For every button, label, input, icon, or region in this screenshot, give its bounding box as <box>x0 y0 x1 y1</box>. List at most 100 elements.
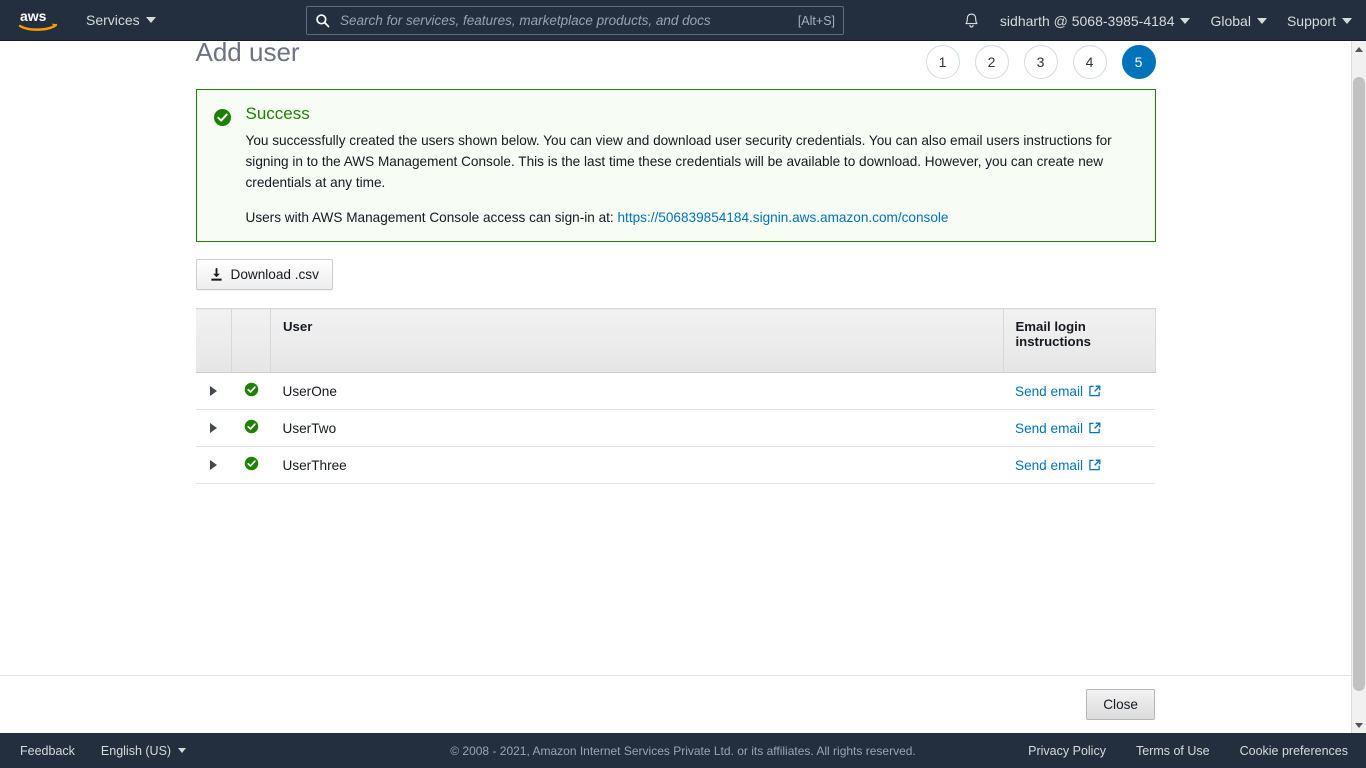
row-email-cell: Send email <box>1003 446 1155 484</box>
table-header-row: User Email login instructions <box>195 308 1156 373</box>
arrow-up-icon <box>1355 46 1363 52</box>
support-menu[interactable]: Support <box>1277 0 1362 41</box>
signin-url-prefix: Users with AWS Management Console access… <box>245 210 614 225</box>
wizard-step-1[interactable]: 1 <box>925 45 960 79</box>
footer-left-group: Feedback English (US) <box>0 743 187 758</box>
arrow-down-icon <box>1355 722 1363 728</box>
wizard-step-4[interactable]: 4 <box>1072 45 1107 79</box>
footer-right-group: Privacy Policy Terms of Use Cookie prefe… <box>1028 744 1348 758</box>
success-alert-title: Success <box>245 104 310 123</box>
row-status-cell <box>231 372 271 410</box>
send-email-link[interactable]: Send email <box>1015 458 1101 473</box>
page-scrollbar[interactable] <box>1351 41 1366 733</box>
signin-url-line: Users with AWS Management Console access… <box>246 210 1139 225</box>
wizard-step-5-label: 5 <box>1134 54 1143 70</box>
signin-url-link[interactable]: https://506839854184.signin.aws.amazon.c… <box>617 210 948 225</box>
send-email-label: Send email <box>1015 383 1084 399</box>
chevron-down-icon <box>1256 17 1267 24</box>
row-user-name: UserThree <box>270 446 1003 484</box>
column-header-status <box>231 308 271 373</box>
chevron-down-icon <box>145 17 156 23</box>
column-header-email-login-instructions[interactable]: Email login instructions <box>1003 308 1156 373</box>
search-input[interactable] <box>338 12 790 29</box>
services-menu[interactable]: Services <box>76 0 166 41</box>
column-header-expand <box>195 308 232 373</box>
chevron-down-icon <box>1342 17 1352 24</box>
language-selector-label: English (US) <box>100 743 172 758</box>
success-check-icon <box>244 419 258 434</box>
global-search-box[interactable]: [Alt+S] <box>306 6 844 35</box>
row-user-name: UserTwo <box>270 409 1003 447</box>
scrollbar-thumb[interactable] <box>1353 77 1365 691</box>
wizard-step-indicator: 1 2 3 4 5 <box>925 45 1156 79</box>
table-row: UserTwo Send email <box>195 409 1155 447</box>
search-shortcut-hint: [Alt+S] <box>797 13 835 28</box>
chevron-down-icon <box>1180 17 1191 24</box>
send-email-link[interactable]: Send email <box>1015 384 1101 399</box>
top-navigation-bar: aws Services [Alt+S] sidharth @ 5068-398… <box>0 0 1366 41</box>
expand-triangle-icon[interactable] <box>210 459 217 470</box>
top-nav-right-group: sidharth @ 5068-3985-4184 Global Support <box>953 0 1362 41</box>
wizard-step-3-label: 3 <box>1036 54 1045 70</box>
wizard-step-3[interactable]: 3 <box>1023 45 1058 79</box>
region-menu-label: Global <box>1210 12 1251 29</box>
column-header-user[interactable]: User <box>270 308 1004 373</box>
external-link-icon <box>1089 422 1101 434</box>
table-head: User Email login instructions <box>195 308 1156 373</box>
chevron-down-icon <box>178 748 187 753</box>
expand-triangle-icon[interactable] <box>210 422 217 433</box>
account-menu-label: sidharth @ 5068-3985-4184 <box>999 12 1175 29</box>
scrollbar-down-arrow[interactable] <box>1352 717 1366 733</box>
created-users-table-wrapper: User Email login instructions UserOne Se… <box>195 308 1156 484</box>
row-expand-cell[interactable] <box>195 409 232 447</box>
svg-text:aws: aws <box>20 8 47 24</box>
success-check-icon <box>213 104 232 225</box>
terms-of-use-link[interactable]: Terms of Use <box>1136 744 1210 758</box>
download-toolbar: Download .csv <box>195 259 1156 290</box>
row-status-cell <box>231 409 271 447</box>
external-link-icon <box>1089 459 1101 471</box>
send-email-label: Send email <box>1015 457 1084 473</box>
page-footer: Feedback English (US) © 2008 - 2021, Ama… <box>0 733 1366 768</box>
aws-logo-icon: aws <box>18 8 58 31</box>
success-check-icon <box>244 382 258 397</box>
region-menu[interactable]: Global <box>1200 0 1276 41</box>
wizard-step-2[interactable]: 2 <box>974 45 1009 79</box>
success-check-icon <box>244 456 258 471</box>
table-body: UserOne Send email UserTwo Send email Us… <box>195 372 1155 484</box>
bell-icon <box>965 13 978 28</box>
privacy-policy-link[interactable]: Privacy Policy <box>1028 744 1106 758</box>
success-alert-body: Success You successfully created the use… <box>246 104 1139 225</box>
download-icon <box>210 267 222 281</box>
row-email-cell: Send email <box>1003 372 1155 410</box>
wizard-step-5[interactable]: 5 <box>1121 45 1156 79</box>
account-menu[interactable]: sidharth @ 5068-3985-4184 <box>990 0 1201 41</box>
feedback-link[interactable]: Feedback <box>20 744 75 758</box>
notifications-bell[interactable] <box>953 12 990 30</box>
created-users-table: User Email login instructions UserOne Se… <box>195 308 1156 484</box>
expand-triangle-icon[interactable] <box>210 385 217 396</box>
page-content: Add user 1 2 3 4 5 Success You successfu… <box>0 41 1351 484</box>
send-email-link[interactable]: Send email <box>1015 421 1101 436</box>
page-header: Add user 1 2 3 4 5 <box>196 41 1156 89</box>
download-csv-button[interactable]: Download .csv <box>195 259 333 290</box>
close-button[interactable]: Close <box>1086 689 1155 720</box>
download-csv-label: Download .csv <box>230 267 319 282</box>
row-expand-cell[interactable] <box>195 446 232 484</box>
support-menu-label: Support <box>1286 12 1336 29</box>
wizard-step-1-label: 1 <box>938 54 947 70</box>
aws-logo[interactable]: aws <box>0 8 76 33</box>
row-expand-cell[interactable] <box>195 372 232 410</box>
external-link-icon <box>1089 385 1101 397</box>
cookie-preferences-link[interactable]: Cookie preferences <box>1240 744 1348 758</box>
table-row: UserThree Send email <box>195 446 1155 484</box>
send-email-label: Send email <box>1015 420 1084 436</box>
wizard-action-bar: Close <box>0 675 1351 733</box>
scrollbar-up-arrow[interactable] <box>1352 41 1366 57</box>
services-menu-label: Services <box>86 12 140 28</box>
success-alert: Success You successfully created the use… <box>195 89 1156 242</box>
search-icon <box>316 14 330 28</box>
language-selector[interactable]: English (US) <box>100 743 187 758</box>
success-alert-message: You successfully created the users shown… <box>245 133 1112 190</box>
page-scroll-area: Add user 1 2 3 4 5 Success You successfu… <box>0 41 1351 733</box>
